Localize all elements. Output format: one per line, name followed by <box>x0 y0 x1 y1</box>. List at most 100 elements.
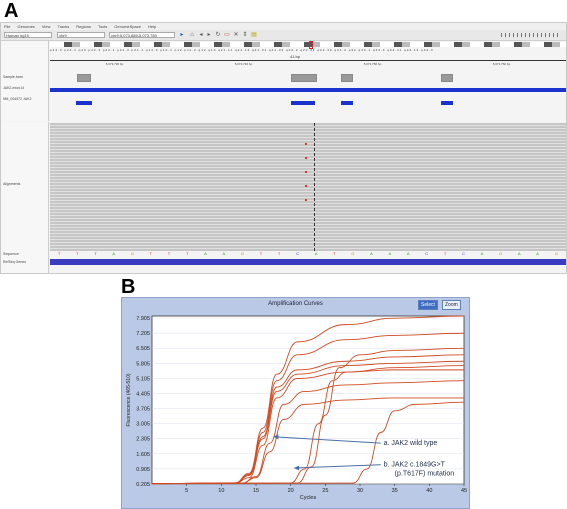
y-tick-label: 7.905 <box>136 316 150 322</box>
sequence-base: C <box>296 251 299 256</box>
exon-feature <box>291 101 315 105</box>
ruler-tick: 5,073,730 bp <box>105 62 124 66</box>
roi-icon[interactable]: ▭ <box>224 32 230 38</box>
chart-title: Amplification Curves <box>268 301 323 307</box>
go-button[interactable]: ▸ <box>179 32 185 38</box>
sequence-base: T <box>333 251 336 256</box>
x-tick-label: 45 <box>461 488 467 494</box>
menu-regions[interactable]: Regions <box>76 23 91 30</box>
x-tick-label: 10 <box>218 488 224 494</box>
sequence-base: T <box>94 251 97 256</box>
sequence-base: G <box>499 251 503 256</box>
y-tick-label: 0.205 <box>136 482 150 488</box>
zoom-slider[interactable] <box>501 33 561 37</box>
close-icon[interactable]: ✕ <box>233 32 239 38</box>
gene-track-line <box>50 88 566 92</box>
resize-icon[interactable]: ⇕ <box>242 32 248 38</box>
amplification-window: Amplification Curves Select Zoom 0.205 0.… <box>121 297 470 509</box>
y-tick-label: 3.705 <box>136 407 150 413</box>
home-icon[interactable]: ⌂ <box>189 32 195 38</box>
track-label-refseq: RefSeq Genes <box>3 260 26 264</box>
menu-genomes[interactable]: Genomes <box>17 23 34 30</box>
exon-feature <box>76 101 92 105</box>
sequence-base: T <box>185 251 189 256</box>
sequence-base: C <box>462 251 465 256</box>
x-tick-label: 35 <box>392 488 398 494</box>
menu-file[interactable]: File <box>4 23 10 30</box>
current-position-marker <box>309 41 313 49</box>
sequence-base: A <box>314 251 318 256</box>
sequence-base: T <box>57 251 61 256</box>
sequence-base: T <box>76 251 79 256</box>
scale-line <box>50 60 566 61</box>
back-icon[interactable]: ◂ <box>198 32 204 38</box>
x-tick-label: 5 <box>185 488 188 494</box>
refresh-icon[interactable]: ↻ <box>215 32 221 38</box>
coverage-block <box>77 74 91 82</box>
ruler-tick: 5,073,750 bp <box>363 62 382 66</box>
x-tick-label: 30 <box>357 488 363 494</box>
locus-input[interactable]: chr9:5,073,685-5,073,780 <box>109 32 175 38</box>
igv-browser-window: File Genomes View Tracks Regions Tools G… <box>0 22 567 274</box>
sequence-base: A <box>480 251 484 256</box>
select-button[interactable]: Select <box>418 300 438 310</box>
chromosome-select[interactable]: chr9 <box>57 32 105 38</box>
sequence-base: G <box>240 251 245 256</box>
forward-icon[interactable]: ▸ <box>206 32 212 38</box>
panel-label-b: B <box>121 276 136 298</box>
y-tick-label: 2.305 <box>136 437 150 443</box>
menu-tools[interactable]: Tools <box>98 23 107 30</box>
track-label-sample: Sample.bam <box>3 75 23 79</box>
sequence-base: T <box>259 251 263 256</box>
y-tick-label: 5.105 <box>136 376 150 382</box>
y-tick-label: 4.405 <box>136 391 150 397</box>
sequence-base: A <box>112 251 116 256</box>
sequence-base: G <box>351 251 355 256</box>
panel-label-a: A <box>4 0 19 22</box>
sequence-base: A <box>406 251 410 256</box>
exon-feature <box>341 101 353 105</box>
sequence-base: A <box>204 251 207 256</box>
track-label-region: JAK2-exon14 <box>3 86 25 90</box>
center-line <box>314 123 315 251</box>
cytoband-labels: p24.3 p24.1 p23 p22.3 p22.1 p21.3 p21.1 … <box>50 48 434 52</box>
alignment-reads <box>50 123 566 251</box>
ruler-tick: 5,073,740 bp <box>234 62 253 66</box>
track-label-sequence: Sequence <box>3 252 19 256</box>
sequence-base: G <box>130 251 134 256</box>
y-tick-label: 0.905 <box>136 467 150 473</box>
sequence-base: G <box>554 251 558 256</box>
annotation-wild-type: a. JAK2 wild type <box>384 440 438 447</box>
coverage-block <box>441 74 453 82</box>
refseq-gene-track <box>50 259 566 265</box>
coverage-block <box>291 74 317 82</box>
amplification-chart: 0.205 0.905 1.605 2.305 3.005 3.705 4.405 5.105… <box>126 315 467 501</box>
coverage-block <box>341 74 353 82</box>
menu-genomespace[interactable]: GenomeSpace <box>114 23 141 30</box>
sequence-track: TTTAGTTTAAGTTCATGAAACTCAGAAG <box>50 251 566 257</box>
x-tick-label: 25 <box>322 488 328 494</box>
snv-mismatch-marks <box>305 143 307 203</box>
plot-area <box>151 315 465 485</box>
scale-label: 41 bp <box>290 54 301 59</box>
zoom-button[interactable]: Zoom <box>442 300 461 310</box>
menu-tracks[interactable]: Tracks <box>57 23 69 30</box>
popup-icon[interactable]: ▤ <box>251 32 257 38</box>
x-tick-label: 20 <box>288 488 294 494</box>
x-tick-label: 40 <box>426 488 432 494</box>
sequence-base: T <box>277 251 281 256</box>
track-label-alignments: Alignments <box>3 182 21 186</box>
sequence-base: A <box>370 251 373 256</box>
y-tick-label: 7.205 <box>136 331 150 337</box>
sequence-base: T <box>149 251 153 256</box>
track-label-gene: NM_004972 JAK2 <box>3 97 32 101</box>
sequence-base: T <box>167 251 171 256</box>
annotation-mutation-detail: (p.T617F) mutation <box>395 471 455 478</box>
sequence-base: A <box>388 251 392 256</box>
genome-select[interactable]: Human hg19 <box>4 32 52 38</box>
menu-help[interactable]: Help <box>148 23 156 30</box>
menu-view[interactable]: View <box>42 23 51 30</box>
annotation-mutation: b. JAK2 c.1849G>T <box>384 462 446 469</box>
x-axis-label: Cycles <box>300 495 317 501</box>
sequence-base: C <box>425 251 429 256</box>
